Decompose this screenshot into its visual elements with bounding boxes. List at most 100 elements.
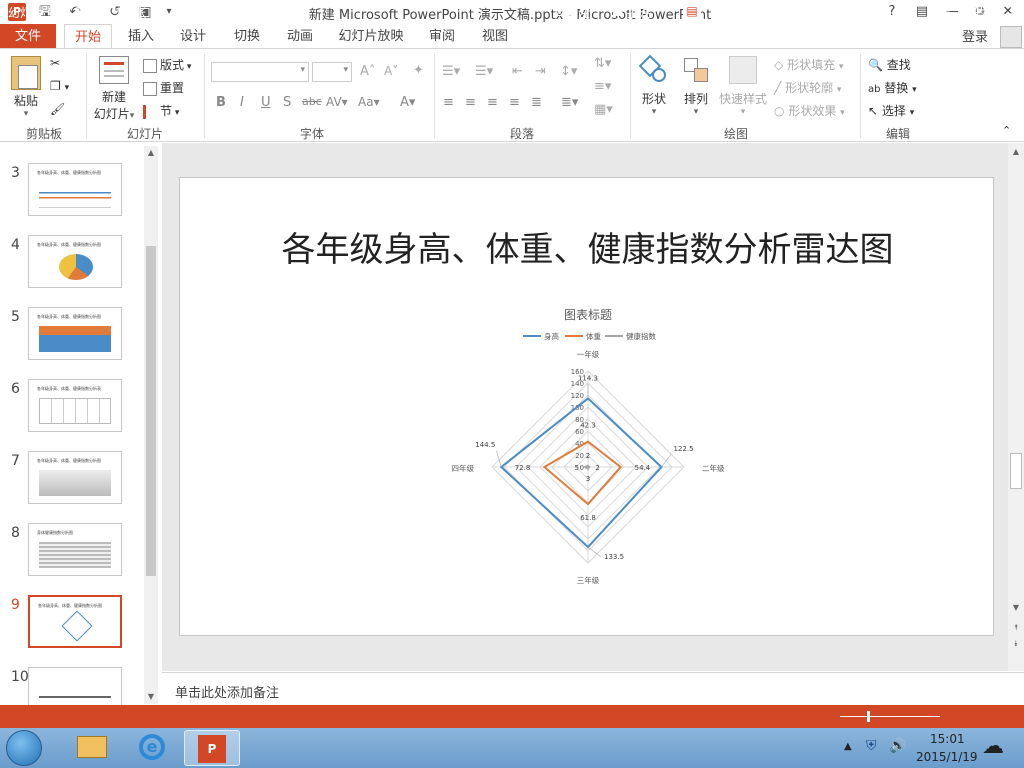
section-button[interactable]: 节 ▾ bbox=[143, 102, 179, 119]
slide-sorter-icon[interactable]: ⊞ bbox=[719, 4, 729, 18]
quick-styles-button[interactable]: 快速样式 ▾ bbox=[716, 56, 770, 117]
font-size-input[interactable]: ▾ bbox=[312, 62, 352, 82]
slide-thumbnail-6[interactable]: 各年级身高、体重、健康指数分析表 bbox=[28, 379, 122, 432]
slide-thumbnail-4[interactable]: 各年级身高、体重、健康指数分析图 bbox=[28, 235, 122, 288]
slide-thumbnail-3[interactable]: 各年级身高、体重、健康指数分析图 bbox=[28, 163, 122, 216]
file-explorer-icon[interactable] bbox=[64, 730, 120, 766]
slide-scrollbar[interactable]: ▲ ▼ ⯭ ⯯ bbox=[1008, 143, 1024, 671]
bullets-icon[interactable]: ☰▾ bbox=[442, 64, 460, 79]
ribbon-display-options-icon[interactable]: ▤ bbox=[910, 2, 934, 22]
shapes-button[interactable]: 形状 ▾ bbox=[636, 54, 672, 117]
character-spacing-icon[interactable]: AV▾ bbox=[326, 95, 348, 109]
notes-pane[interactable]: 单击此处添加备注 bbox=[162, 672, 1024, 705]
layout-button[interactable]: 版式 ▾ bbox=[143, 56, 191, 73]
new-slide-button[interactable]: 新建 幻灯片▾ bbox=[92, 56, 136, 122]
slide-thumbnail-8[interactable]: 身体健康指数分析图 bbox=[28, 523, 122, 576]
clear-formatting-icon[interactable]: ✦ bbox=[413, 63, 424, 78]
zoom-level[interactable]: 64% bbox=[965, 4, 992, 18]
line-spacing-icon[interactable]: ↕▾ bbox=[560, 64, 577, 79]
scroll-down-icon[interactable]: ▼ bbox=[1009, 601, 1023, 615]
underline-icon[interactable]: U bbox=[261, 95, 271, 110]
shape-fill-button[interactable]: ◇ 形状填充 ▾ bbox=[774, 56, 843, 73]
tab-transitions[interactable]: 切换 bbox=[226, 24, 268, 49]
font-name-input[interactable]: ▾ bbox=[211, 62, 309, 82]
show-hidden-icons-icon[interactable]: ▲ bbox=[844, 741, 852, 752]
tab-design[interactable]: 设计 bbox=[172, 24, 214, 49]
spell-check-icon[interactable]: ❐ bbox=[165, 4, 176, 18]
tab-review[interactable]: 审阅 bbox=[421, 24, 463, 49]
tab-view[interactable]: 视图 bbox=[474, 24, 516, 49]
current-slide[interactable]: 各年级身高、体重、健康指数分析雷达图 0 20 40 60 80 100 120 140 160… bbox=[179, 177, 994, 636]
fit-slide-icon[interactable]: ⛶ bbox=[1003, 4, 1011, 19]
tab-animations[interactable]: 动画 bbox=[279, 24, 321, 49]
avatar[interactable] bbox=[1000, 26, 1022, 48]
bold-icon[interactable]: B bbox=[216, 95, 226, 110]
convert-to-smartart-icon[interactable]: ▦▾ bbox=[594, 102, 613, 117]
scroll-up-icon[interactable]: ▲ bbox=[1009, 145, 1023, 159]
slide-thumbnail-9[interactable]: 各年级身高、体重、健康指数分析图 bbox=[28, 595, 122, 648]
arrange-button[interactable]: 排列 ▾ bbox=[678, 56, 714, 117]
format-painter-icon[interactable]: 🖌 bbox=[50, 102, 65, 116]
previous-slide-icon[interactable]: ⯭ bbox=[1009, 621, 1023, 635]
paste-button[interactable]: 粘贴 ▾ bbox=[8, 56, 44, 119]
tab-insert[interactable]: 插入 bbox=[120, 24, 162, 49]
text-shadow-icon[interactable]: S bbox=[283, 95, 291, 110]
security-icon[interactable]: ⛨ bbox=[866, 738, 877, 754]
scrollbar-thumb[interactable] bbox=[146, 246, 156, 576]
zoom-slider-handle[interactable] bbox=[867, 711, 870, 722]
sign-in-link[interactable]: 登录 bbox=[962, 26, 988, 45]
powerpoint-taskbar-icon[interactable]: P bbox=[184, 730, 240, 766]
replace-button[interactable]: ab 替换 ▾ bbox=[868, 79, 917, 96]
radar-chart[interactable]: 020406080100120140160一年级二年级三年级四年级114.312… bbox=[180, 178, 995, 637]
slide-thumbnail-7[interactable]: 各年级身高、体重、健康指数分析图 bbox=[28, 451, 122, 504]
language-status[interactable]: 中文(中国) bbox=[194, 4, 251, 21]
slide-thumbnail-5[interactable]: 各年级身高、体重、健康指数分析图 bbox=[28, 307, 122, 360]
clock-time[interactable]: 15:01 bbox=[930, 732, 965, 746]
change-case-icon[interactable]: Aa▾ bbox=[358, 95, 380, 109]
reading-view-icon[interactable]: 🕮 bbox=[758, 4, 772, 25]
internet-explorer-icon[interactable]: e bbox=[124, 730, 180, 766]
scroll-up-icon[interactable]: ▲ bbox=[144, 146, 158, 160]
decrease-font-size-icon[interactable]: A˅ bbox=[384, 64, 398, 78]
align-text-icon[interactable]: ≡▾ bbox=[594, 79, 611, 94]
weather-icon[interactable]: ☁ bbox=[982, 734, 1004, 759]
thumbnails-scrollbar[interactable]: ▲ ▼ bbox=[144, 146, 158, 704]
help-button[interactable]: ? bbox=[880, 2, 904, 22]
start-button-icon[interactable] bbox=[6, 730, 42, 766]
comments-button[interactable]: ▬ 批注 bbox=[612, 4, 651, 21]
strikethrough-icon[interactable]: abc bbox=[302, 95, 322, 108]
increase-indent-icon[interactable]: ⇥ bbox=[535, 64, 546, 79]
next-slide-icon[interactable]: ⯯ bbox=[1009, 637, 1023, 651]
numbering-icon[interactable]: ☰▾ bbox=[475, 64, 493, 79]
zoom-slider-track[interactable] bbox=[840, 716, 940, 717]
zoom-in-icon[interactable]: + bbox=[941, 4, 951, 18]
tab-file[interactable]: 文件 bbox=[0, 24, 56, 49]
text-direction-icon[interactable]: ⇅▾ bbox=[594, 56, 611, 71]
italic-icon[interactable]: I bbox=[240, 95, 244, 110]
zoom-out-icon[interactable]: − bbox=[826, 4, 836, 18]
scroll-down-icon[interactable]: ▼ bbox=[144, 690, 158, 704]
slideshow-view-icon[interactable]: ⬒ bbox=[795, 4, 806, 18]
reset-button[interactable]: 重置 bbox=[143, 79, 184, 96]
collapse-ribbon-icon[interactable]: ⌃ bbox=[1002, 124, 1011, 137]
notes-placeholder[interactable]: 单击此处添加备注 bbox=[175, 682, 279, 701]
normal-view-icon[interactable]: ▤ bbox=[683, 4, 701, 19]
decrease-indent-icon[interactable]: ⇤ bbox=[512, 64, 523, 79]
scrollbar-thumb[interactable] bbox=[1010, 453, 1022, 489]
cut-icon[interactable]: ✂ bbox=[50, 56, 60, 70]
align-center-icon[interactable]: ≡ bbox=[465, 95, 476, 110]
notes-button[interactable]: ≡ 备注 bbox=[552, 4, 590, 21]
align-right-icon[interactable]: ≡ bbox=[487, 95, 498, 110]
volume-icon[interactable]: 🔊 bbox=[889, 738, 906, 754]
tab-slideshow[interactable]: 幻灯片放映 bbox=[336, 24, 406, 49]
tab-home[interactable]: 开始 bbox=[64, 24, 112, 49]
justify-icon[interactable]: ≡ bbox=[509, 95, 520, 110]
find-button[interactable]: 🔍 查找 bbox=[868, 56, 911, 73]
increase-font-size-icon[interactable]: A˄ bbox=[360, 64, 375, 79]
shape-outline-button[interactable]: ╱ 形状轮廓 ▾ bbox=[774, 79, 841, 96]
font-color-icon[interactable]: A▾ bbox=[400, 95, 415, 110]
distributed-icon[interactable]: ≣ bbox=[531, 95, 542, 110]
clock-date[interactable]: 2015/1/19 bbox=[916, 750, 978, 764]
select-button[interactable]: ↖ 选择 ▾ bbox=[868, 102, 914, 119]
copy-icon[interactable]: ❐ ▾ bbox=[50, 79, 69, 93]
